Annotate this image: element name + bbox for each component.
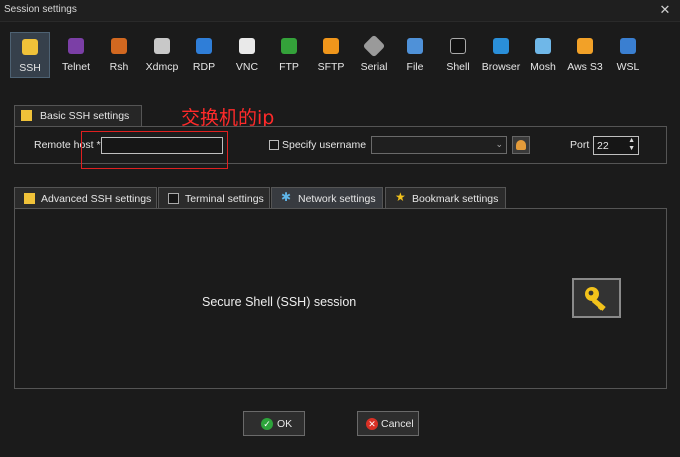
- telnet-icon: [68, 38, 84, 54]
- terminal-icon: [450, 38, 466, 54]
- terminal-icon: [168, 193, 179, 204]
- tab-label: Advanced SSH settings: [41, 193, 152, 205]
- ok-label: OK: [277, 418, 293, 430]
- protocol-sftp-button[interactable]: SFTP: [313, 32, 349, 78]
- protocol-toolbar: SSH Telnet Rsh Xdmcp RDP VNC FTP SFTP Se…: [10, 32, 650, 80]
- annotation-highlight-box: [81, 131, 228, 169]
- title-bar: Session settings ✕: [0, 0, 680, 22]
- satellite-icon: [535, 38, 551, 54]
- network-star-icon: ✱: [281, 190, 292, 204]
- user-icon: [516, 140, 526, 150]
- port-value: 22: [597, 140, 609, 152]
- protocol-label: Xdmcp: [145, 61, 179, 73]
- protocol-label: SFTP: [317, 61, 345, 73]
- vnc-icon: [239, 38, 255, 54]
- protocol-vnc-button[interactable]: VNC: [229, 32, 265, 78]
- session-description: Secure Shell (SSH) session: [202, 295, 357, 309]
- chevron-down-icon: ⌄: [495, 139, 503, 149]
- specify-username-label[interactable]: Specify username: [282, 139, 366, 151]
- protocol-rsh-button[interactable]: Rsh: [100, 32, 138, 78]
- rsh-icon: [111, 38, 127, 54]
- protocol-label: SSH: [19, 62, 41, 74]
- globe-icon: [493, 38, 509, 54]
- port-input[interactable]: 22 ▲ ▼: [593, 136, 639, 155]
- tab-bookmark-settings[interactable]: ★ Bookmark settings: [385, 187, 506, 208]
- protocol-serial-button[interactable]: Serial: [355, 32, 393, 78]
- ok-button[interactable]: ✓ OK: [243, 411, 305, 436]
- key-icon: [24, 193, 35, 204]
- protocol-wsl-button[interactable]: WSL: [612, 32, 644, 78]
- protocol-telnet-button[interactable]: Telnet: [56, 32, 96, 78]
- cancel-label: Cancel: [381, 418, 414, 430]
- tab-advanced-ssh-settings[interactable]: Advanced SSH settings: [14, 187, 157, 208]
- protocol-label: Mosh: [530, 61, 556, 73]
- protocol-label: Browser: [481, 61, 521, 73]
- ssh-key-button[interactable]: [572, 278, 621, 318]
- tab-label: Bookmark settings: [412, 193, 499, 205]
- file-monitor-icon: [407, 38, 423, 54]
- protocol-label: Serial: [360, 61, 388, 73]
- windows-icon: [620, 38, 636, 54]
- sftp-icon: [323, 38, 339, 54]
- protocol-ssh-button[interactable]: SSH: [10, 32, 50, 78]
- tab-network-settings[interactable]: ✱ Network settings: [271, 187, 383, 208]
- protocol-shell-button[interactable]: Shell: [441, 32, 475, 78]
- spin-down-icon[interactable]: ▼: [628, 145, 635, 152]
- protocol-mosh-button[interactable]: Mosh: [526, 32, 560, 78]
- protocol-label: Rsh: [109, 61, 129, 73]
- key-icon: [21, 110, 32, 121]
- protocol-label: RDP: [192, 61, 216, 73]
- protocol-label: FTP: [279, 61, 299, 73]
- close-icon[interactable]: ✕: [658, 2, 672, 18]
- key-icon: [585, 287, 606, 311]
- cancel-x-icon: ✕: [366, 418, 378, 430]
- rdp-monitor-icon: [196, 38, 212, 54]
- window-title: Session settings: [4, 4, 77, 15]
- ftp-globe-icon: [281, 38, 297, 54]
- protocol-xdmcp-button[interactable]: Xdmcp: [141, 32, 183, 78]
- spin-up-icon[interactable]: ▲: [628, 137, 635, 144]
- check-icon: ✓: [261, 418, 273, 430]
- serial-plug-icon: [362, 34, 386, 58]
- protocol-label: Aws S3: [567, 61, 603, 73]
- protocol-file-button[interactable]: File: [400, 32, 430, 78]
- protocol-label: File: [406, 61, 424, 73]
- username-select[interactable]: ⌄: [371, 136, 507, 154]
- port-label: Port: [570, 139, 590, 151]
- user-credentials-button[interactable]: [512, 136, 530, 154]
- key-icon: [22, 39, 38, 55]
- protocol-aws-s3-button[interactable]: Aws S3: [565, 32, 605, 78]
- x-display-icon: [154, 38, 170, 54]
- protocol-label: VNC: [235, 61, 259, 73]
- tab-label: Network settings: [298, 193, 376, 205]
- tab-label: Terminal settings: [185, 193, 264, 205]
- protocol-label: Telnet: [61, 61, 91, 73]
- star-icon: ★: [395, 190, 406, 204]
- protocol-label: WSL: [616, 61, 640, 73]
- cancel-button[interactable]: ✕ Cancel: [357, 411, 419, 436]
- tab-terminal-settings[interactable]: Terminal settings: [158, 187, 270, 208]
- protocol-browser-button[interactable]: Browser: [480, 32, 522, 78]
- tab-basic-ssh-settings[interactable]: Basic SSH settings: [14, 105, 142, 126]
- aws-cubes-icon: [577, 38, 593, 54]
- protocol-ftp-button[interactable]: FTP: [272, 32, 306, 78]
- protocol-label: Shell: [446, 61, 470, 73]
- protocol-rdp-button[interactable]: RDP: [186, 32, 222, 78]
- tab-label: Basic SSH settings: [40, 110, 130, 122]
- specify-username-checkbox[interactable]: [269, 140, 279, 150]
